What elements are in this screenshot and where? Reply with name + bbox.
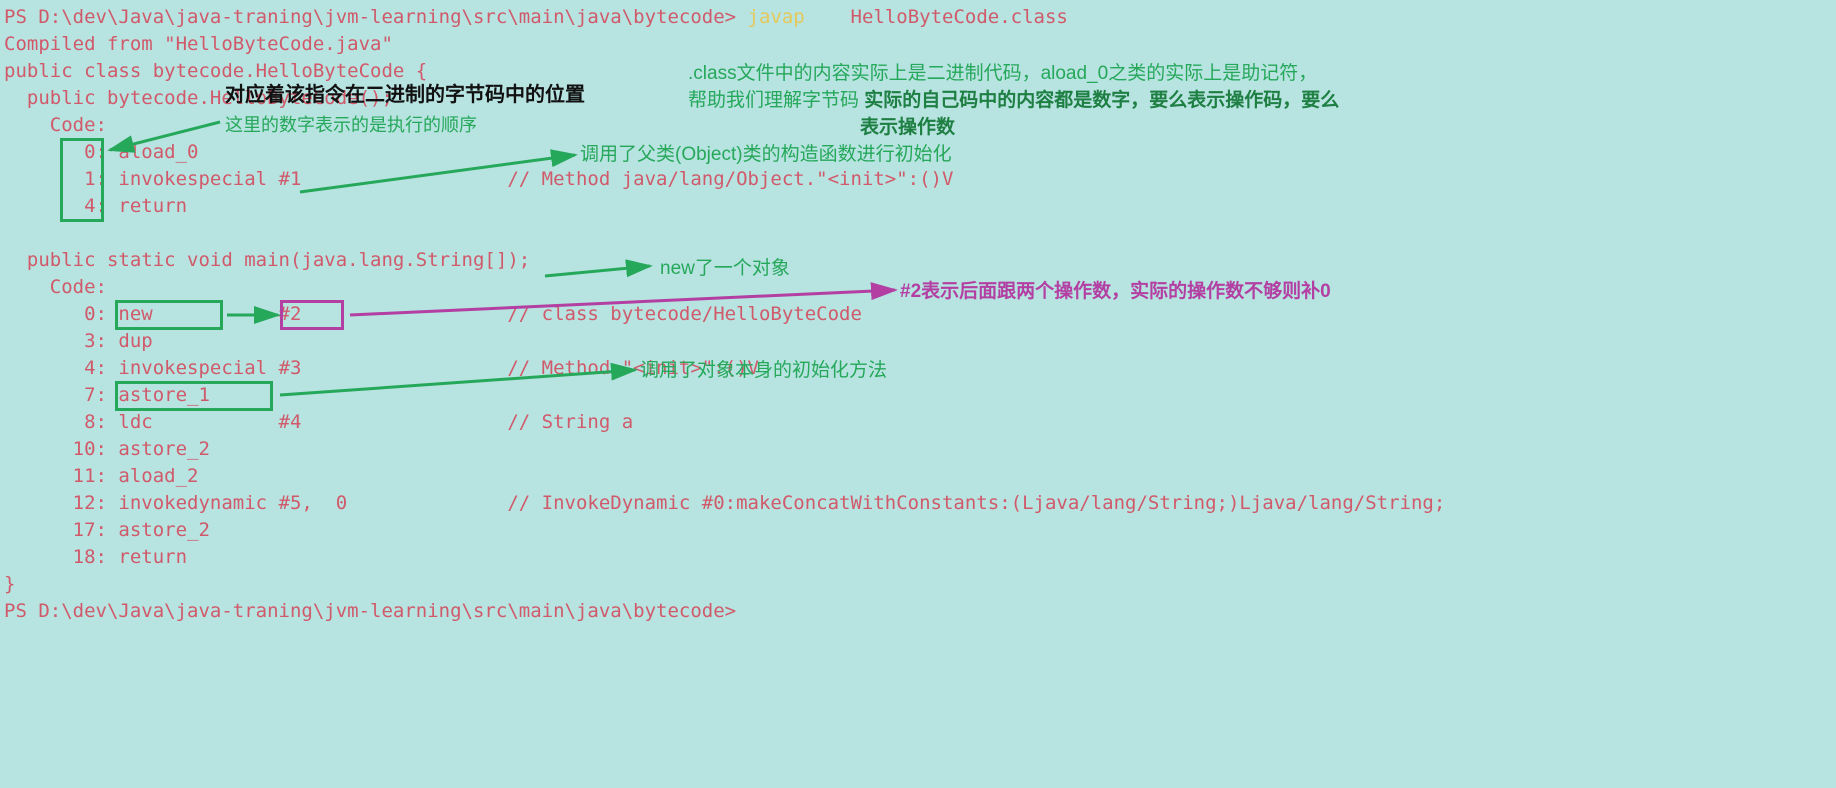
annot-class-file-desc-line3: 表示操作数	[860, 117, 955, 138]
main-line-7: 7: astore_1	[4, 384, 210, 406]
main-line-0: 0: new #2 // class bytecode/HelloByteCod…	[4, 303, 862, 325]
annot-new-object: new了一个对象	[660, 255, 790, 282]
out-class-decl: public class bytecode.HelloByteCode {	[4, 60, 427, 82]
main-line-17: 17: astore_2	[4, 519, 210, 541]
main-line-10: 10: astore_2	[4, 438, 210, 460]
out-compiled-from: Compiled from "HelloByteCode.java"	[4, 33, 393, 55]
ctor-line-0: 0: aload_0	[4, 141, 198, 163]
out-code-label-1: Code:	[4, 114, 107, 136]
annot-class-file-desc-line2b: 实际的自己码中的内容都是数字，要么表示操作码，要么	[864, 90, 1339, 111]
annot-class-file-desc: .class文件中的内容实际上是二进制代码，aload_0之类的实际上是助记符，…	[688, 60, 1339, 141]
ctor-line-4: 4: return	[4, 195, 187, 217]
annot-operand-count: #2表示后面跟两个操作数，实际的操作数不够则补0	[900, 278, 1331, 305]
prompt-arg: HelloByteCode.class	[805, 6, 1068, 28]
terminal-canvas: PS D:\dev\Java\java-traning\jvm-learning…	[0, 0, 1836, 788]
annot-offset-position: 对应着该指令在二进制的字节码中的位置	[225, 82, 585, 109]
main-line-18: 18: return	[4, 546, 187, 568]
main-line-12: 12: invokedynamic #5, 0 // InvokeDynamic…	[4, 492, 1445, 514]
annot-class-file-desc-line1: .class文件中的内容实际上是二进制代码，aload_0之类的实际上是助记符，	[688, 63, 1317, 84]
main-line-11: 11: aload_2	[4, 465, 198, 487]
prompt-command: javap	[748, 6, 805, 28]
out-code-label-2: Code:	[4, 276, 107, 298]
annot-object-init: 调用了父类(Object)类的构造函数进行初始化	[580, 141, 952, 168]
out-close-brace: }	[4, 573, 15, 595]
ctor-line-1: 1: invokespecial #1 // Method java/lang/…	[4, 168, 953, 190]
main-line-3: 3: dup	[4, 330, 153, 352]
prompt-path: PS D:\dev\Java\java-traning\jvm-learning…	[4, 6, 748, 28]
prompt-path-2: PS D:\dev\Java\java-traning\jvm-learning…	[4, 600, 736, 622]
blank-line	[4, 222, 15, 244]
main-line-8: 8: ldc #4 // String a	[4, 411, 633, 433]
annot-self-init: 调用了对象本身的初始化方法	[640, 357, 887, 384]
annot-exec-order: 这里的数字表示的是执行的顺序	[225, 112, 477, 139]
annot-class-file-desc-line2a: 帮助我们理解字节码	[688, 90, 864, 111]
out-main-decl: public static void main(java.lang.String…	[4, 249, 530, 271]
